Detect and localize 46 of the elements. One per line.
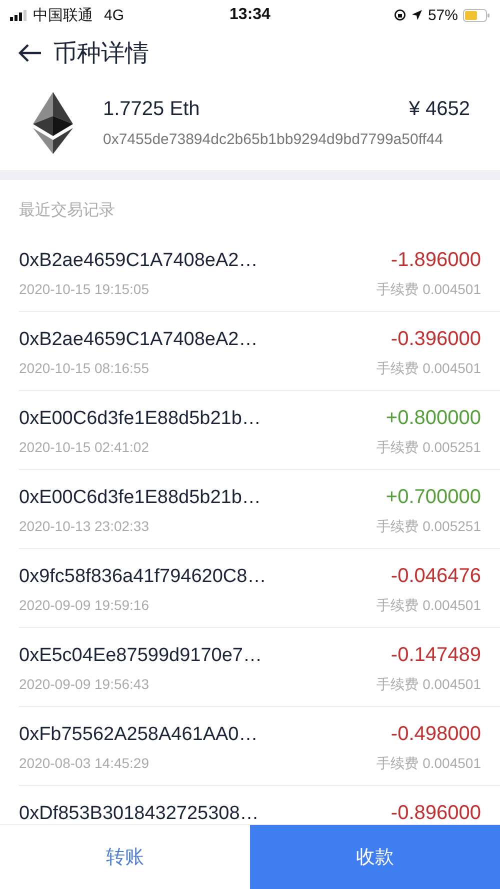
transaction-time: 2020-10-15 02:41:02 (19, 439, 149, 455)
transaction-time: 2020-10-15 08:16:55 (19, 360, 149, 376)
transaction-hash[interactable]: 0xE00C6d3fe1E88d5b21b… (19, 487, 261, 509)
transaction-hash[interactable]: 0xFb75562A258A461AA0… (19, 724, 258, 746)
transaction-amount: -0.498000 (390, 723, 481, 746)
transaction-time: 2020-10-15 19:15:05 (19, 281, 149, 297)
signal-icon (10, 10, 28, 20)
network-type: 4G (104, 6, 124, 24)
battery-percent: 57% (428, 6, 458, 24)
transaction-fee: 手续费 0.004501 (376, 597, 481, 615)
transaction-amount: +0.800000 (386, 407, 481, 430)
receive-button[interactable]: 收款 (250, 825, 500, 889)
ethereum-diamond-icon (33, 92, 73, 154)
coin-balance: 1.7725 Eth (103, 98, 200, 121)
wallet-address: 0x7455de73894dc2b65b1bb9294d9bd7799a50ff44 (103, 131, 444, 148)
transaction-fee: 手续费 0.004501 (376, 676, 481, 694)
carrier-name: 中国联通 (33, 6, 93, 24)
transaction-fee: 手续费 0.004501 (376, 755, 481, 773)
section-title: 最近交易记录 (18, 200, 116, 221)
transaction-time: 2020-08-03 14:45:29 (19, 755, 149, 771)
transaction-fee: 手续费 0.005251 (376, 518, 481, 536)
transaction-hash[interactable]: 0xB2ae4659C1A7408eA2… (19, 250, 258, 272)
transaction-amount: +0.700000 (386, 486, 481, 509)
location-arrow-icon (410, 9, 423, 21)
transaction-hash[interactable]: 0xE00C6d3fe1E88d5b21b… (19, 408, 261, 430)
battery-icon (462, 8, 490, 22)
transaction-fee: 手续费 0.004501 (376, 360, 481, 378)
transaction-hash[interactable]: 0xB2ae4659C1A7408eA2… (19, 329, 258, 351)
transaction-hash[interactable]: 0x9fc58f836a41f794620C8… (19, 566, 266, 588)
transaction-amount: -0.046476 (390, 565, 481, 588)
transaction-fee: 手续费 0.005251 (376, 439, 481, 457)
transaction-amount: -0.896000 (390, 802, 481, 824)
coin-value: ¥ 4652 (408, 98, 470, 121)
status-time: 13:34 (230, 6, 270, 24)
transaction-time: 2020-09-09 19:56:43 (19, 676, 149, 692)
page-title: 币种详情 (53, 39, 149, 69)
transaction-fee: 手续费 0.004501 (376, 281, 481, 299)
transaction-amount: -0.396000 (390, 328, 481, 351)
transaction-time: 2020-10-13 23:02:33 (19, 518, 149, 534)
transaction-hash[interactable]: 0xDf853B3018432725308… (19, 803, 259, 824)
back-arrow-icon[interactable] (17, 43, 43, 63)
transaction-hash[interactable]: 0xE5c04Ee87599d9170e7… (19, 645, 262, 667)
rotation-lock-icon (394, 9, 406, 21)
transaction-amount: -1.896000 (390, 249, 481, 272)
transaction-time: 2020-09-09 19:59:16 (19, 597, 149, 613)
transaction-amount: -0.147489 (390, 644, 481, 667)
